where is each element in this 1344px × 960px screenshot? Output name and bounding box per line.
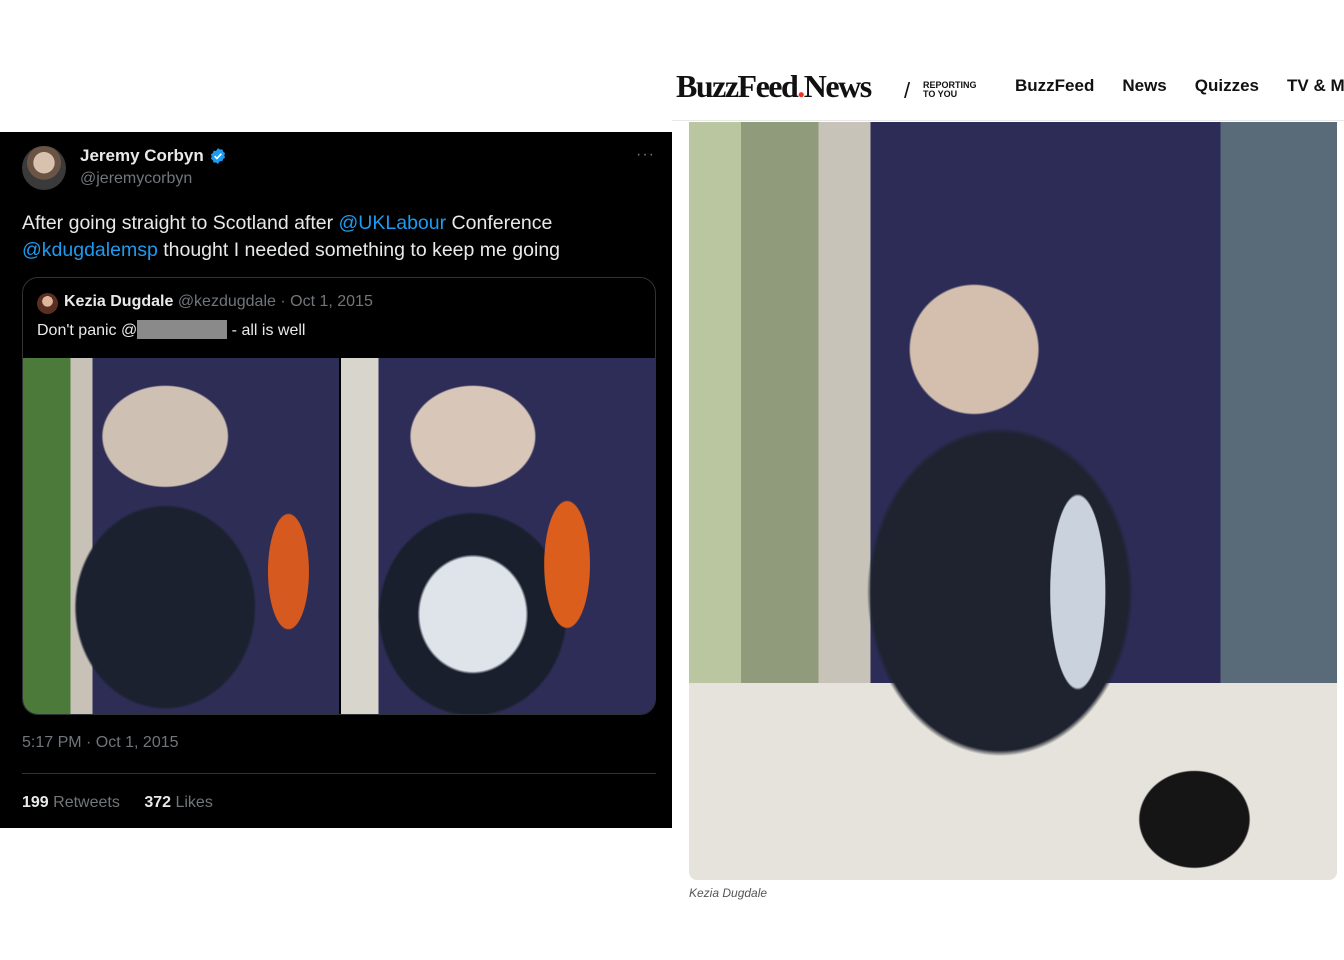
mention-uklabour-link[interactable]: @UKLabour xyxy=(339,212,447,234)
quoted-text-part: - all is well xyxy=(227,322,306,339)
article-photo[interactable] xyxy=(689,122,1337,880)
quoted-text: Don't panic @ - all is well xyxy=(37,320,305,340)
author-handle[interactable]: @jeremycorbyn xyxy=(80,170,192,188)
logo-tagline: REPORTING TO YOU xyxy=(923,80,977,99)
quoted-author-name: Kezia Dugdale xyxy=(64,293,174,310)
quoted-text-part: Don't panic @ xyxy=(37,322,138,339)
logo-news: News xyxy=(803,68,872,104)
buzzfeed-news-logo[interactable]: BuzzFeed.News xyxy=(676,68,872,105)
author-avatar[interactable] xyxy=(22,146,66,190)
nav-tv-movies[interactable]: TV & M xyxy=(1287,76,1344,96)
logo-buzzfeed: BuzzFeed xyxy=(676,68,799,104)
top-nav: BuzzFeed News Quizzes TV & M xyxy=(1015,76,1344,96)
quoted-author-avatar xyxy=(37,293,58,314)
author-name-row[interactable]: Jeremy Corbyn xyxy=(80,146,227,166)
quoted-photo-2[interactable] xyxy=(341,358,655,714)
retweets-count[interactable]: 199 xyxy=(22,794,49,811)
photo-caption: Kezia Dugdale xyxy=(689,886,768,900)
tweet-text-part: thought I needed something to keep me go… xyxy=(157,239,561,261)
author-name[interactable]: Jeremy Corbyn xyxy=(80,146,204,166)
nav-news[interactable]: News xyxy=(1122,76,1166,96)
quoted-author-meta: @kezdugdale · Oct 1, 2015 xyxy=(177,293,373,310)
tweet-text-part: After going straight to Scotland after xyxy=(22,212,339,234)
tweet-stats: 199 Retweets 372 Likes xyxy=(22,794,233,812)
divider xyxy=(22,773,656,774)
verified-badge-icon xyxy=(210,148,225,164)
mention-kdugdalemsp-link[interactable]: @kdugdalemsp xyxy=(22,239,158,261)
more-options-icon[interactable]: ··· xyxy=(636,146,655,164)
nav-divider xyxy=(672,120,1344,121)
nav-buzzfeed[interactable]: BuzzFeed xyxy=(1015,76,1094,96)
nav-quizzes[interactable]: Quizzes xyxy=(1195,76,1259,96)
likes-label[interactable]: Likes xyxy=(175,794,212,811)
tweet-text: After going straight to Scotland after @… xyxy=(22,210,642,264)
likes-count[interactable]: 372 xyxy=(144,794,171,811)
quoted-header: Kezia Dugdale @kezdugdale · Oct 1, 2015 xyxy=(64,293,373,311)
retweets-label[interactable]: Retweets xyxy=(53,794,120,811)
redacted-handle xyxy=(137,320,228,339)
tweet-text-part: Conference xyxy=(446,212,553,234)
quoted-photo-1[interactable] xyxy=(23,358,339,714)
quoted-tweet[interactable]: Kezia Dugdale @kezdugdale · Oct 1, 2015 … xyxy=(22,277,656,715)
logo-slash: / xyxy=(904,78,911,103)
tweet-timestamp[interactable]: 5:17 PM · Oct 1, 2015 xyxy=(22,734,179,752)
